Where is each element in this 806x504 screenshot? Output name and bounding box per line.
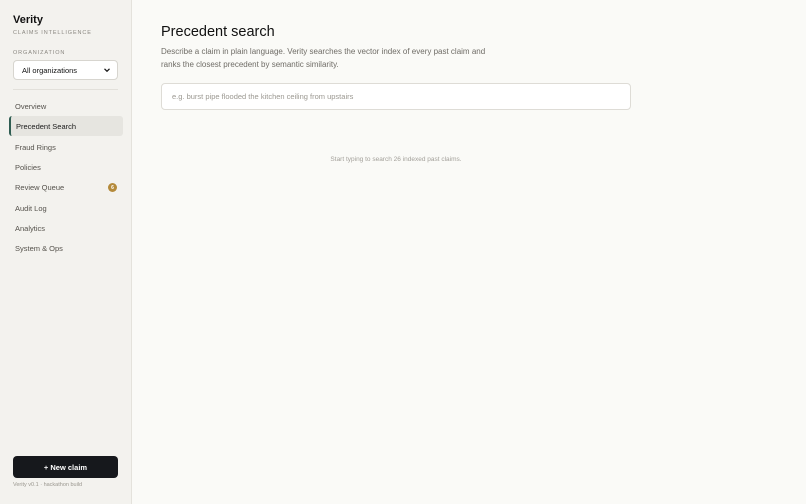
organization-label: ORGANIZATION <box>13 50 66 56</box>
sidebar-item-analytics[interactable]: Analytics <box>9 218 123 238</box>
organization-select[interactable]: All organizations <box>13 60 118 80</box>
sidebar-item-label: Review Queue <box>15 182 65 192</box>
page-description: Describe a claim in plain language. Veri… <box>161 47 486 69</box>
chevron-down-icon <box>104 68 110 73</box>
sidebar-item-label: Precedent Search <box>16 121 77 131</box>
sidebar-item-label: Overview <box>15 101 47 111</box>
brand-subtitle: CLAIMS INTELLIGENCE <box>13 30 92 36</box>
sidebar-item-overview[interactable]: Overview <box>9 96 123 116</box>
sidebar: Verity CLAIMS INTELLIGENCE ORGANIZATION … <box>0 0 132 504</box>
review-queue-count-badge: 6 <box>108 183 117 192</box>
sidebar-item-label: System & Ops <box>15 243 63 253</box>
page-title: Precedent search <box>161 24 275 40</box>
sidebar-item-label: Policies <box>15 162 41 172</box>
precedent-search-input[interactable] <box>162 84 630 109</box>
sidebar-item-label: Audit Log <box>15 203 47 213</box>
sidebar-divider <box>13 89 118 90</box>
organization-select-value: All organizations <box>22 65 78 75</box>
sidebar-item-precedent-search[interactable]: Precedent Search <box>9 116 123 136</box>
sidebar-item-label: Analytics <box>15 223 46 233</box>
sidebar-item-audit-log[interactable]: Audit Log <box>9 198 123 218</box>
precedent-search-box <box>161 83 631 110</box>
sidebar-item-fraud-rings[interactable]: Fraud Rings <box>9 137 123 157</box>
version-text: Verity v0.1 · hackathon build <box>13 482 83 488</box>
sidebar-item-system-ops[interactable]: System & Ops <box>9 238 123 258</box>
new-claim-button[interactable]: + New claim <box>13 456 118 478</box>
sidebar-item-policies[interactable]: Policies <box>9 157 123 177</box>
empty-state-hint: Start typing to search 26 indexed past c… <box>330 156 462 163</box>
sidebar-item-label: Fraud Rings <box>15 142 56 152</box>
sidebar-item-review-queue[interactable]: Review Queue 6 <box>9 177 123 197</box>
brand-name: Verity <box>13 14 43 26</box>
